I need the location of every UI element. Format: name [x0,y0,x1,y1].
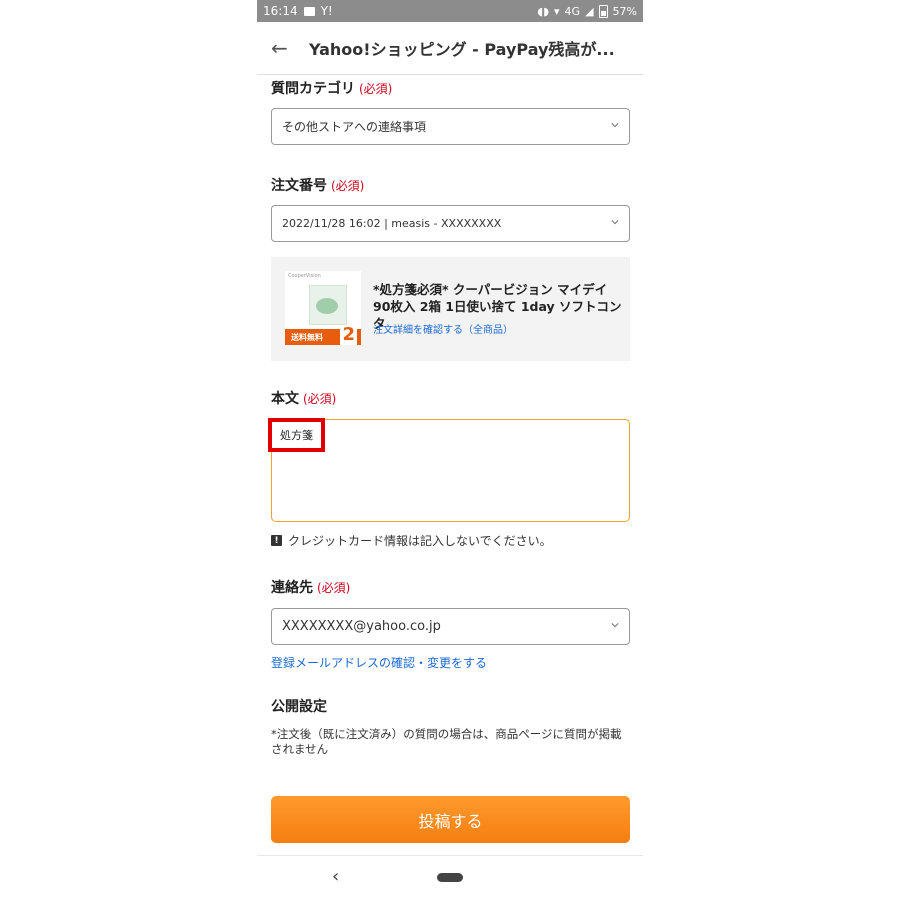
product-card: CooperVision 送料無料 2 *処方箋必須* クーパービジョン マイデ… [271,257,630,361]
visibility-label: 公開設定 [271,699,327,715]
required-mark: (必須) [359,82,393,96]
contact-email-value: XXXXXXXX@yahoo.co.jp [282,619,441,634]
category-value: その他ストアへの連絡事項 [282,120,427,134]
yahoo-notification-icon: Y! [320,4,333,18]
chevron-down-icon [611,623,619,628]
order-details-link[interactable]: 注文詳細を確認する（全商品） [373,321,513,336]
product-thumbnail: CooperVision 送料無料 2 [285,271,361,345]
status-time: 16:14 [263,4,298,18]
vibrate-icon: ◖◗ [537,4,550,18]
chevron-down-icon [611,220,619,225]
battery-icon [598,4,608,18]
app-bar: ← Yahoo!ショッピング - PayPay残高が... [257,22,643,75]
required-mark: (必須) [317,581,351,595]
category-label: 質問カテゴリ (必須) [271,81,393,97]
credit-card-warning: ! クレジットカード情報は記入しないでください。 [271,532,552,549]
phone-screen: 16:14 Y! ◖◗ ▾ 4G ◢ 57% ← Yahoo!ショッピング - … [257,0,643,900]
contact-email-select[interactable]: XXXXXXXX@yahoo.co.jp [271,608,630,645]
chevron-left-icon[interactable]: ‹ [332,866,339,887]
product-box-image [309,285,347,325]
body-label: 本文 (必須) [271,391,337,407]
required-mark: (必須) [331,179,365,193]
order-label: 注文番号 (必須) [271,178,365,194]
image-notification-icon [303,6,315,16]
visibility-note: *注文後（既に注文済み）の質問の場合は、商品ページに質問が掲載されません [271,727,622,756]
body-textarea[interactable]: 処方箋 [268,418,630,522]
submit-button[interactable]: 投稿する [271,796,630,843]
category-select[interactable]: その他ストアへの連絡事項 [271,108,630,145]
status-bar: 16:14 Y! ◖◗ ▾ 4G ◢ 57% [257,0,643,22]
wifi-icon: ▾ [554,4,560,18]
chevron-down-icon [611,123,619,128]
network-type: 4G [564,4,581,18]
page-title: Yahoo!ショッピング - PayPay残高が... [309,40,615,59]
required-mark: (必須) [303,392,337,406]
home-pill-icon[interactable] [437,873,463,882]
order-value: 2022/11/28 16:02 | measis - XXXXXXXX [282,217,502,230]
battery-percent: 57% [612,4,637,18]
change-email-link[interactable]: 登録メールアドレスの確認・変更をする [271,654,487,671]
arrow-left-icon[interactable]: ← [271,38,291,58]
warning-text: クレジットカード情報は記入しないでください。 [288,534,552,548]
system-nav-bar: ‹ [257,855,643,901]
box-count-badge: 2 [340,324,357,345]
order-select[interactable]: 2022/11/28 16:02 | measis - XXXXXXXX [271,205,630,242]
contact-label: 連絡先 (必須) [271,580,351,596]
body-text-highlighted: 処方箋 [268,418,325,452]
signal-icon: ◢ [585,4,594,18]
exclamation-icon: ! [271,535,282,546]
brand-logo: CooperVision [288,273,321,279]
